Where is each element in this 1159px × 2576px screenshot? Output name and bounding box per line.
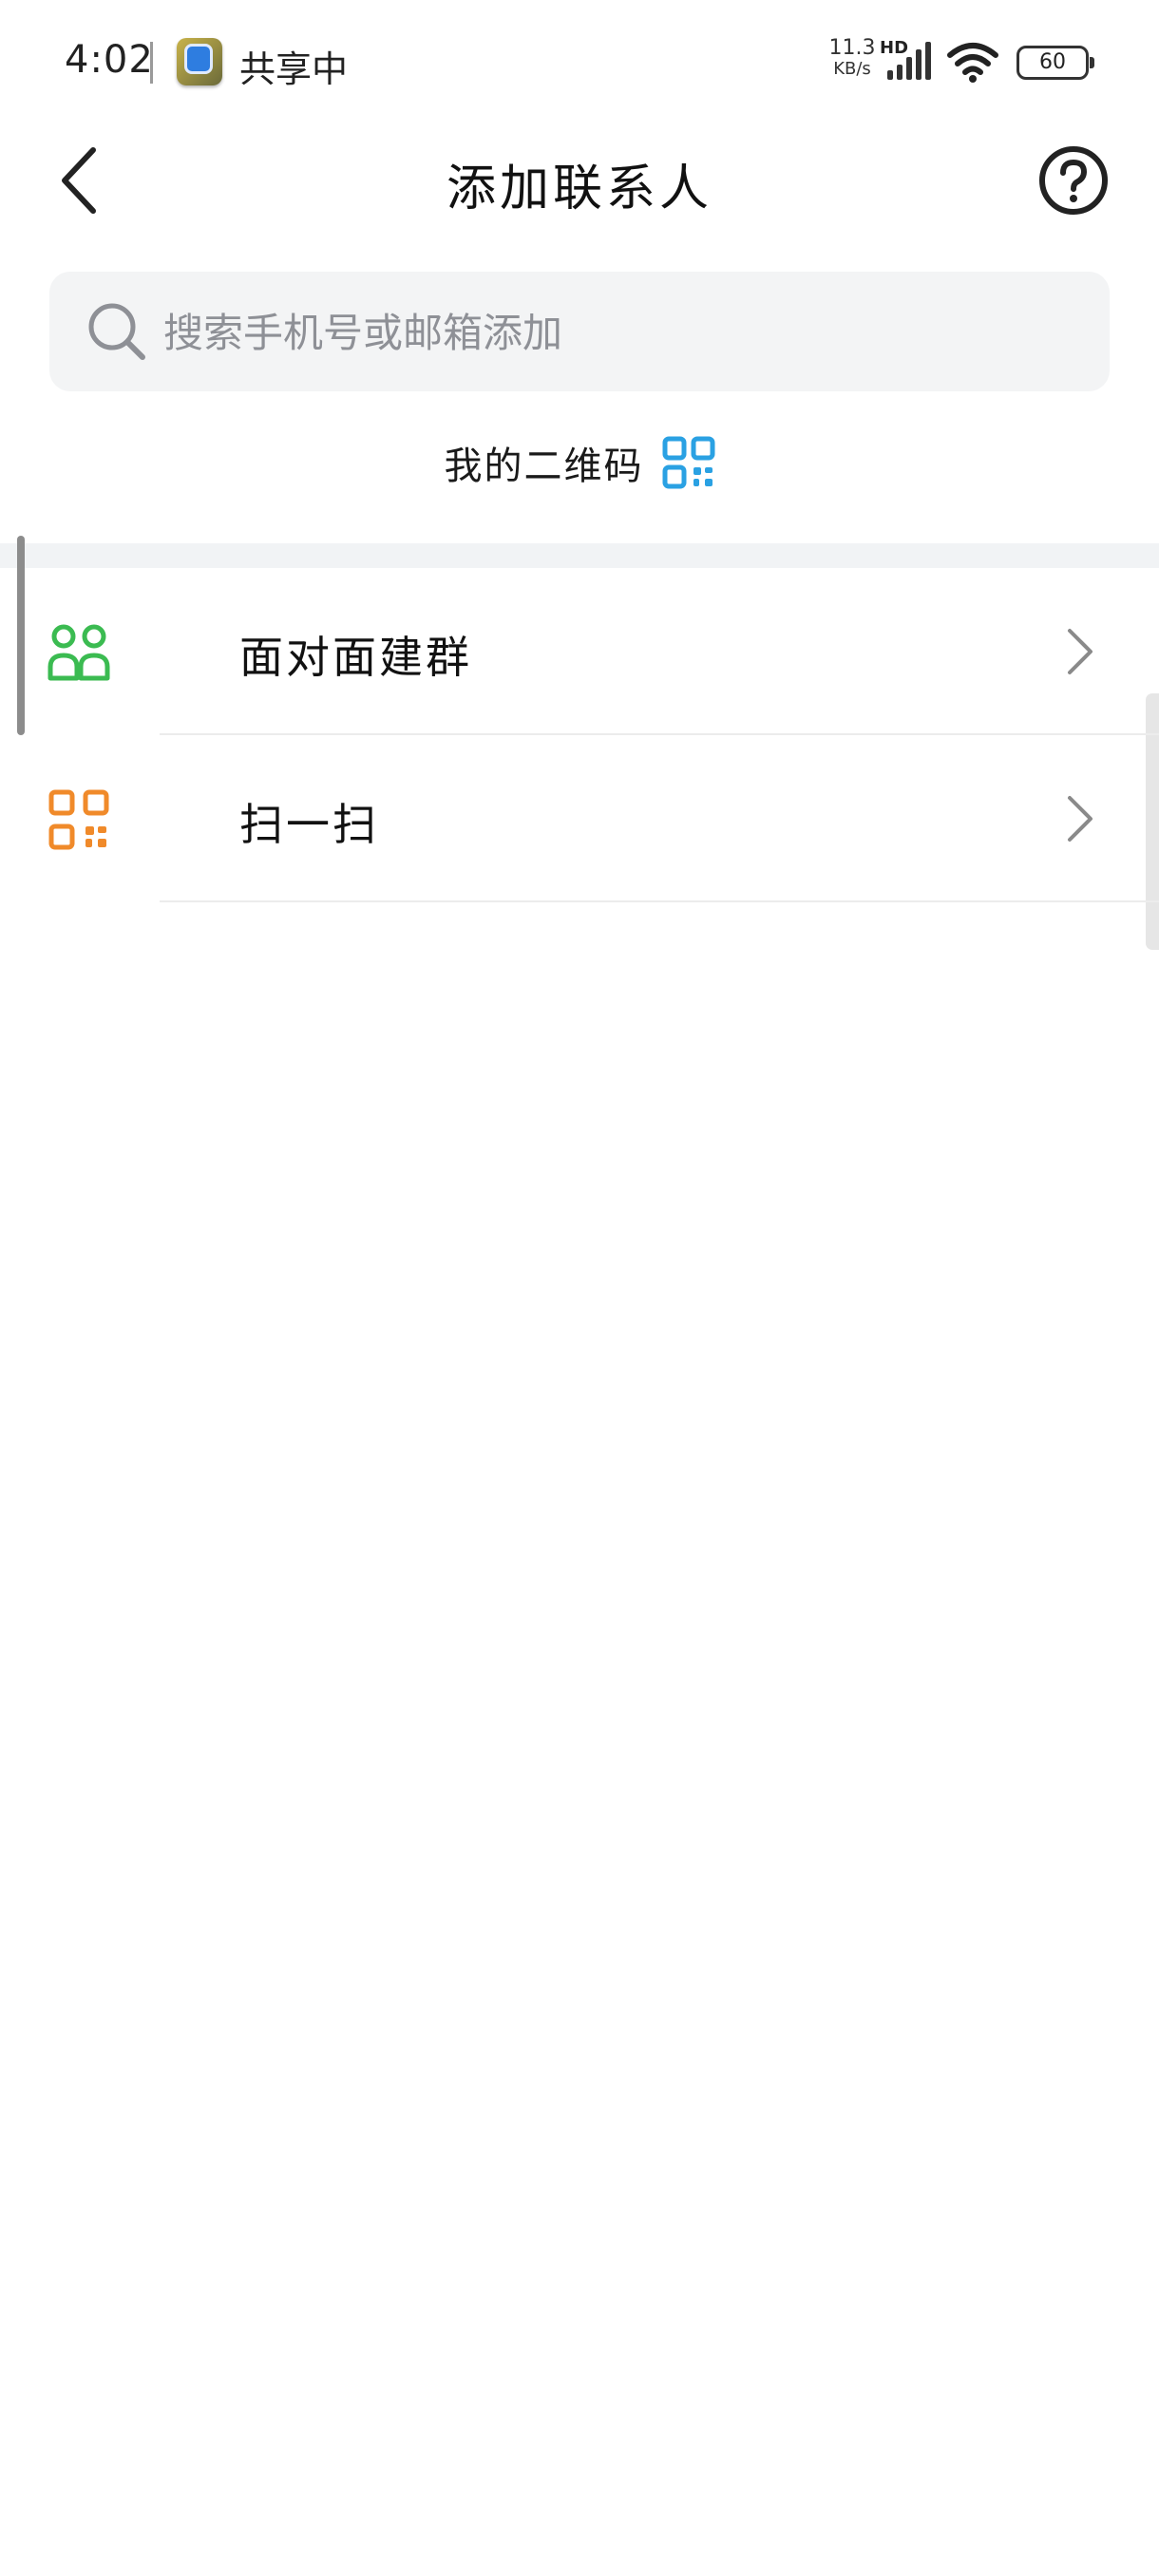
wifi-icon [947,43,998,83]
hd-label: HD [880,38,909,58]
search-input[interactable] [162,298,1077,367]
qr-code-icon [662,436,715,489]
chevron-right-icon [1068,629,1092,674]
list-divider [160,900,1159,902]
search-box[interactable] [49,272,1110,391]
status-bar: 4:02 共享中 11.3 KB/s HD 60 [0,0,1159,123]
network-speed-unit: KB/s [833,59,871,79]
network-speed-value: 11.3 [828,36,876,60]
section-divider-band [0,543,1159,568]
action-list: 面对面建群 扫一扫 [0,568,1159,902]
list-item-scan[interactable]: 扫一扫 [0,735,1159,902]
network-speed: 11.3 KB/s [828,38,876,80]
search-icon [88,303,145,360]
my-qr-code-link[interactable]: 我的二维码 [0,435,1159,502]
group-people-icon [48,624,110,681]
page-title: 添加联系人 [446,161,712,218]
question-circle-icon [1039,146,1108,215]
nav-bar: 添加联系人 [0,123,1159,237]
cellular-signal-icon: HD [880,38,935,82]
status-time: 4:02 [65,38,154,82]
help-button[interactable] [1037,144,1110,217]
list-item-label: 扫一扫 [239,799,379,850]
my-qr-code-label: 我的二维码 [444,445,644,488]
battery-icon: 60 [1016,46,1094,80]
scan-qr-icon [48,789,109,850]
status-sharing-text: 共享中 [239,48,349,90]
screen-share-app-icon [177,38,222,85]
status-separator [150,42,153,84]
list-item-face-to-face-group[interactable]: 面对面建群 [0,568,1159,735]
list-item-label: 面对面建群 [239,632,472,683]
chevron-right-icon [1068,796,1092,842]
